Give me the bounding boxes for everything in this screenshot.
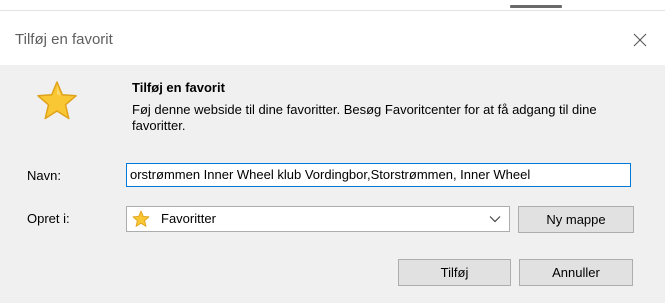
star-icon bbox=[37, 81, 77, 120]
chevron-down-icon[interactable] bbox=[489, 215, 501, 223]
dialog-description: Føj denne webside til dine favoritter. B… bbox=[132, 102, 597, 133]
create-in-label: Opret i: bbox=[27, 211, 70, 226]
divider bbox=[0, 10, 665, 11]
cancel-button[interactable]: Annuller bbox=[519, 259, 633, 286]
create-in-selected-value: Favoritter bbox=[161, 211, 216, 226]
new-folder-button[interactable]: Ny mappe bbox=[518, 206, 634, 233]
background-window-edge bbox=[0, 0, 665, 14]
create-in-select[interactable]: Favoritter bbox=[126, 206, 510, 232]
dialog-heading: Tilføj en favorit bbox=[132, 80, 225, 95]
name-label: Navn: bbox=[27, 168, 61, 183]
close-icon[interactable] bbox=[622, 26, 658, 54]
background-bar bbox=[510, 5, 562, 8]
add-button[interactable]: Tilføj bbox=[398, 259, 511, 286]
add-favorite-dialog: Tilføj en favorit Tilføj en favorit Føj … bbox=[0, 0, 665, 303]
star-icon bbox=[132, 210, 150, 227]
window-title: Tilføj en favorit bbox=[15, 31, 113, 48]
title-bar: Tilføj en favorit bbox=[0, 14, 665, 65]
close-button[interactable] bbox=[622, 26, 658, 54]
name-input[interactable]: orstrømmen Inner Wheel klub Vordingbor,S… bbox=[126, 163, 631, 187]
